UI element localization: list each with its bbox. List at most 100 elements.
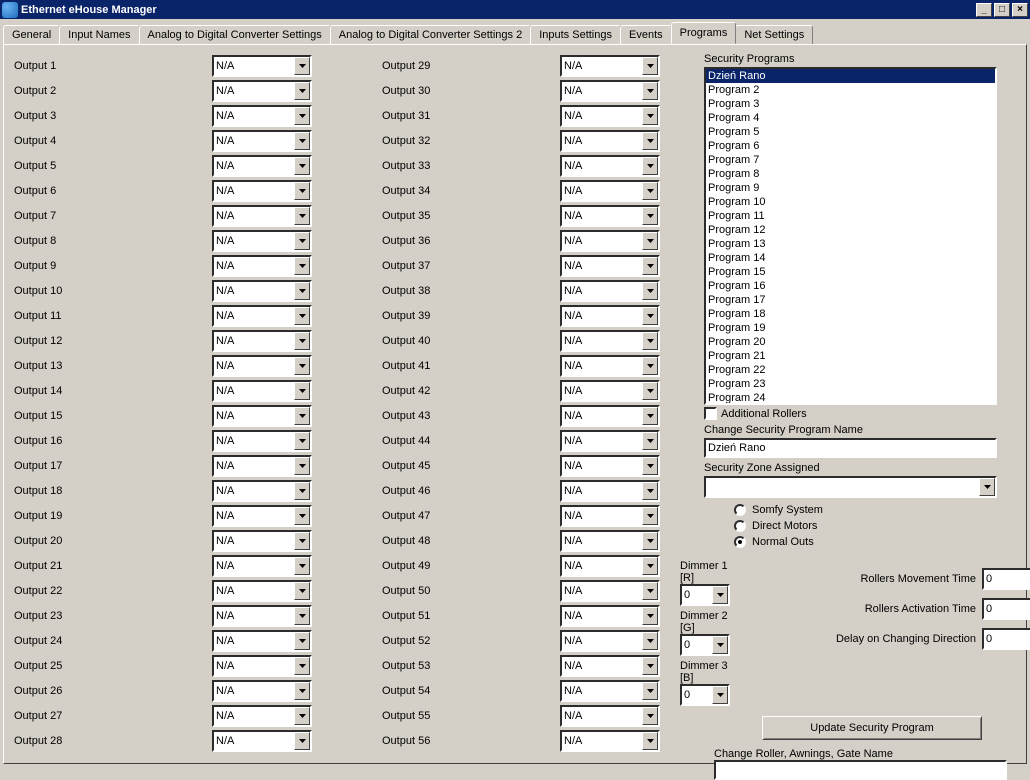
chevron-down-icon[interactable] <box>642 682 658 700</box>
output-combo[interactable] <box>212 55 312 77</box>
output-combo[interactable] <box>560 305 660 327</box>
output-combo[interactable] <box>212 330 312 352</box>
output-combo[interactable] <box>560 430 660 452</box>
output-combo[interactable] <box>212 305 312 327</box>
chevron-down-icon[interactable] <box>294 232 310 250</box>
list-item[interactable]: Program 10 <box>706 195 995 209</box>
output-combo[interactable] <box>212 155 312 177</box>
chevron-down-icon[interactable] <box>642 132 658 150</box>
list-item[interactable]: Program 7 <box>706 153 995 167</box>
direct-radio[interactable] <box>734 520 746 532</box>
tab-programs[interactable]: Programs <box>671 22 737 44</box>
chevron-down-icon[interactable] <box>642 57 658 75</box>
list-item[interactable]: Program 20 <box>706 335 995 349</box>
dimmer2-combo[interactable] <box>680 634 730 656</box>
chevron-down-icon[interactable] <box>294 57 310 75</box>
output-combo[interactable] <box>560 580 660 602</box>
output-combo[interactable] <box>212 705 312 727</box>
somfy-radio[interactable] <box>734 504 746 516</box>
output-combo[interactable] <box>560 455 660 477</box>
output-combo[interactable] <box>560 405 660 427</box>
output-combo[interactable] <box>560 55 660 77</box>
chevron-down-icon[interactable] <box>294 657 310 675</box>
output-combo[interactable] <box>560 280 660 302</box>
close-button[interactable]: × <box>1012 3 1028 17</box>
output-combo[interactable] <box>560 80 660 102</box>
output-combo[interactable] <box>560 255 660 277</box>
list-item[interactable]: Program 21 <box>706 349 995 363</box>
chevron-down-icon[interactable] <box>294 407 310 425</box>
list-item[interactable]: Program 17 <box>706 293 995 307</box>
output-combo[interactable] <box>560 130 660 152</box>
chevron-down-icon[interactable] <box>642 232 658 250</box>
additional-rollers-checkbox[interactable] <box>704 407 717 420</box>
output-combo[interactable] <box>560 155 660 177</box>
chevron-down-icon[interactable] <box>642 532 658 550</box>
output-combo[interactable] <box>212 655 312 677</box>
chevron-down-icon[interactable] <box>712 636 728 654</box>
chevron-down-icon[interactable] <box>642 332 658 350</box>
list-item[interactable]: Program 13 <box>706 237 995 251</box>
output-combo[interactable] <box>212 680 312 702</box>
chevron-down-icon[interactable] <box>294 432 310 450</box>
output-combo[interactable] <box>212 630 312 652</box>
output-combo[interactable] <box>212 405 312 427</box>
chevron-down-icon[interactable] <box>294 282 310 300</box>
chevron-down-icon[interactable] <box>712 586 728 604</box>
output-combo[interactable] <box>560 530 660 552</box>
output-combo[interactable] <box>212 605 312 627</box>
rollers-movement-combo[interactable] <box>982 568 1030 590</box>
tab-inputs-settings[interactable]: Inputs Settings <box>530 25 621 45</box>
output-combo[interactable] <box>212 355 312 377</box>
change-roller-name-input[interactable] <box>714 760 1007 780</box>
output-combo[interactable] <box>560 330 660 352</box>
chevron-down-icon[interactable] <box>294 257 310 275</box>
output-combo[interactable] <box>560 505 660 527</box>
chevron-down-icon[interactable] <box>294 482 310 500</box>
chevron-down-icon[interactable] <box>642 407 658 425</box>
list-item[interactable]: Program 19 <box>706 321 995 335</box>
output-combo[interactable] <box>212 230 312 252</box>
output-combo[interactable] <box>560 205 660 227</box>
tab-general[interactable]: General <box>3 25 60 45</box>
list-item[interactable]: Program 2 <box>706 83 995 97</box>
list-item[interactable]: Program 11 <box>706 209 995 223</box>
chevron-down-icon[interactable] <box>294 707 310 725</box>
list-item[interactable]: Program 16 <box>706 279 995 293</box>
chevron-down-icon[interactable] <box>712 686 728 704</box>
chevron-down-icon[interactable] <box>294 607 310 625</box>
tab-input-names[interactable]: Input Names <box>59 25 139 45</box>
list-item[interactable]: Program 22 <box>706 363 995 377</box>
rollers-activation-combo[interactable] <box>982 598 1030 620</box>
chevron-down-icon[interactable] <box>294 157 310 175</box>
output-combo[interactable] <box>212 130 312 152</box>
output-combo[interactable] <box>560 630 660 652</box>
output-combo[interactable] <box>560 730 660 752</box>
chevron-down-icon[interactable] <box>294 107 310 125</box>
chevron-down-icon[interactable] <box>294 82 310 100</box>
output-combo[interactable] <box>212 430 312 452</box>
output-combo[interactable] <box>560 680 660 702</box>
list-item[interactable]: Program 23 <box>706 377 995 391</box>
chevron-down-icon[interactable] <box>642 632 658 650</box>
output-combo[interactable] <box>212 180 312 202</box>
output-combo[interactable] <box>212 380 312 402</box>
output-combo[interactable] <box>560 230 660 252</box>
output-combo[interactable] <box>212 580 312 602</box>
output-combo[interactable] <box>560 655 660 677</box>
normal-radio[interactable] <box>734 536 746 548</box>
dimmer3-combo[interactable] <box>680 684 730 706</box>
change-program-name-input[interactable] <box>704 438 997 458</box>
output-combo[interactable] <box>560 705 660 727</box>
chevron-down-icon[interactable] <box>642 557 658 575</box>
output-combo[interactable] <box>560 380 660 402</box>
chevron-down-icon[interactable] <box>642 307 658 325</box>
tab-net-settings[interactable]: Net Settings <box>735 25 813 45</box>
output-combo[interactable] <box>212 480 312 502</box>
chevron-down-icon[interactable] <box>642 257 658 275</box>
chevron-down-icon[interactable] <box>642 207 658 225</box>
list-item[interactable]: Program 6 <box>706 139 995 153</box>
chevron-down-icon[interactable] <box>642 457 658 475</box>
chevron-down-icon[interactable] <box>294 557 310 575</box>
list-item[interactable]: Program 14 <box>706 251 995 265</box>
